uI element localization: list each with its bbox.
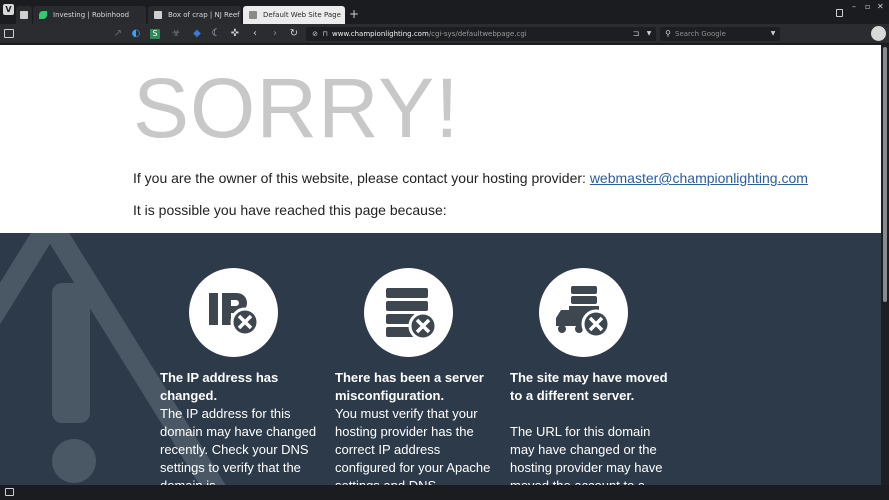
browser-window: V Investing | Robinhood Box of crap | NJ… xyxy=(0,0,889,500)
close-icon[interactable]: ✕ xyxy=(877,2,884,11)
address-toolbar: ↗ ◐ S ☣ ◆ ☾ ✜ ‹ › ↻ ⊘ ⊓ www.championligh… xyxy=(0,24,889,44)
maximize-icon[interactable]: ▫ xyxy=(865,2,870,11)
page-heading: SORRY! xyxy=(133,61,460,155)
tab-reef-club[interactable]: Box of crap | NJ Reef Club xyxy=(148,6,241,24)
url-path: /cgi-sys/defaultwebpage.cgi xyxy=(428,30,527,38)
page-scrollbar[interactable] xyxy=(881,45,889,485)
panel-toggle-icon[interactable] xyxy=(4,29,14,38)
moving-truck-error-icon xyxy=(539,268,628,357)
tab-title: Box of crap | NJ Reef Club xyxy=(168,11,241,19)
owner-message: If you are the owner of this website, pl… xyxy=(133,170,808,186)
bookmark-icon[interactable]: ⊐ xyxy=(630,28,642,40)
reason-title: The site may have moved to a different s… xyxy=(510,370,668,403)
tab-title: Investing | Robinhood xyxy=(53,11,130,19)
page-icon xyxy=(20,11,28,19)
tab-robinhood[interactable]: Investing | Robinhood xyxy=(33,6,146,24)
tab-stack[interactable] xyxy=(16,6,32,24)
biohazard-extension-icon[interactable]: ☣ xyxy=(170,28,182,40)
reached-message: It is possible you have reached this pag… xyxy=(133,202,447,218)
contact-email-link[interactable]: webmaster@championlighting.com xyxy=(590,170,808,186)
reason-description: The URL for this domain may have changed… xyxy=(510,424,663,485)
puzzle-extensions-icon[interactable]: ✜ xyxy=(229,28,241,40)
tab-bar: V Investing | Robinhood Box of crap | NJ… xyxy=(0,0,889,24)
server-error-icon xyxy=(364,268,453,357)
new-tab-button[interactable]: + xyxy=(349,7,359,21)
search-field[interactable]: ⚲ Search Google ▼ xyxy=(660,27,780,41)
reload-icon[interactable]: ↻ xyxy=(288,28,300,40)
ip-error-icon xyxy=(189,268,278,357)
reason-title: The IP address has changed. xyxy=(160,370,279,403)
search-placeholder: Search Google xyxy=(675,30,726,38)
forward-icon[interactable]: › xyxy=(269,28,281,40)
page-icon xyxy=(249,11,257,19)
s-extension-icon[interactable]: S xyxy=(150,29,160,39)
moon-icon[interactable]: ☾ xyxy=(210,28,222,40)
url-domain: www.championlighting.com xyxy=(332,30,429,38)
page-viewport: SORRY! If you are the owner of this webs… xyxy=(0,45,881,485)
chevron-down-icon[interactable]: ▼ xyxy=(643,28,655,40)
panel-toggle-icon[interactable] xyxy=(5,488,14,496)
reason-title: There has been a server misconfiguration… xyxy=(335,370,484,403)
vivaldi-menu-icon[interactable]: V xyxy=(3,4,14,15)
page-icon xyxy=(154,11,162,19)
minimize-icon[interactable]: – xyxy=(852,2,856,11)
profile-avatar-icon[interactable] xyxy=(871,26,886,41)
back-icon[interactable]: ‹ xyxy=(249,28,261,40)
chevron-down-icon[interactable]: ▼ xyxy=(767,28,779,40)
diamond-extension-icon[interactable]: ◆ xyxy=(191,28,203,40)
status-bar xyxy=(0,485,889,500)
trash-icon[interactable] xyxy=(836,9,843,17)
owner-text: If you are the owner of this website, pl… xyxy=(133,170,590,186)
reason-description: The IP address for this domain may have … xyxy=(160,406,317,485)
search-icon: ⚲ xyxy=(665,29,671,38)
extension-icon[interactable]: ↗ xyxy=(112,28,124,40)
scrollbar-thumb[interactable] xyxy=(883,47,887,302)
edge-extension-icon[interactable]: ◐ xyxy=(130,28,142,40)
reason-description: You must verify that your hosting provid… xyxy=(335,406,491,485)
robinhood-feather-icon xyxy=(39,11,47,19)
lock-icon[interactable]: ⊓ xyxy=(319,28,331,40)
tab-title: Default Web Site Page xyxy=(263,11,341,19)
tab-default-web-site[interactable]: Default Web Site Page xyxy=(243,6,345,24)
url-field[interactable]: ⊘ ⊓ www.championlighting.com/cgi-sys/def… xyxy=(306,27,656,41)
reasons-panel: The IP address has changed. The IP addre… xyxy=(0,233,881,485)
